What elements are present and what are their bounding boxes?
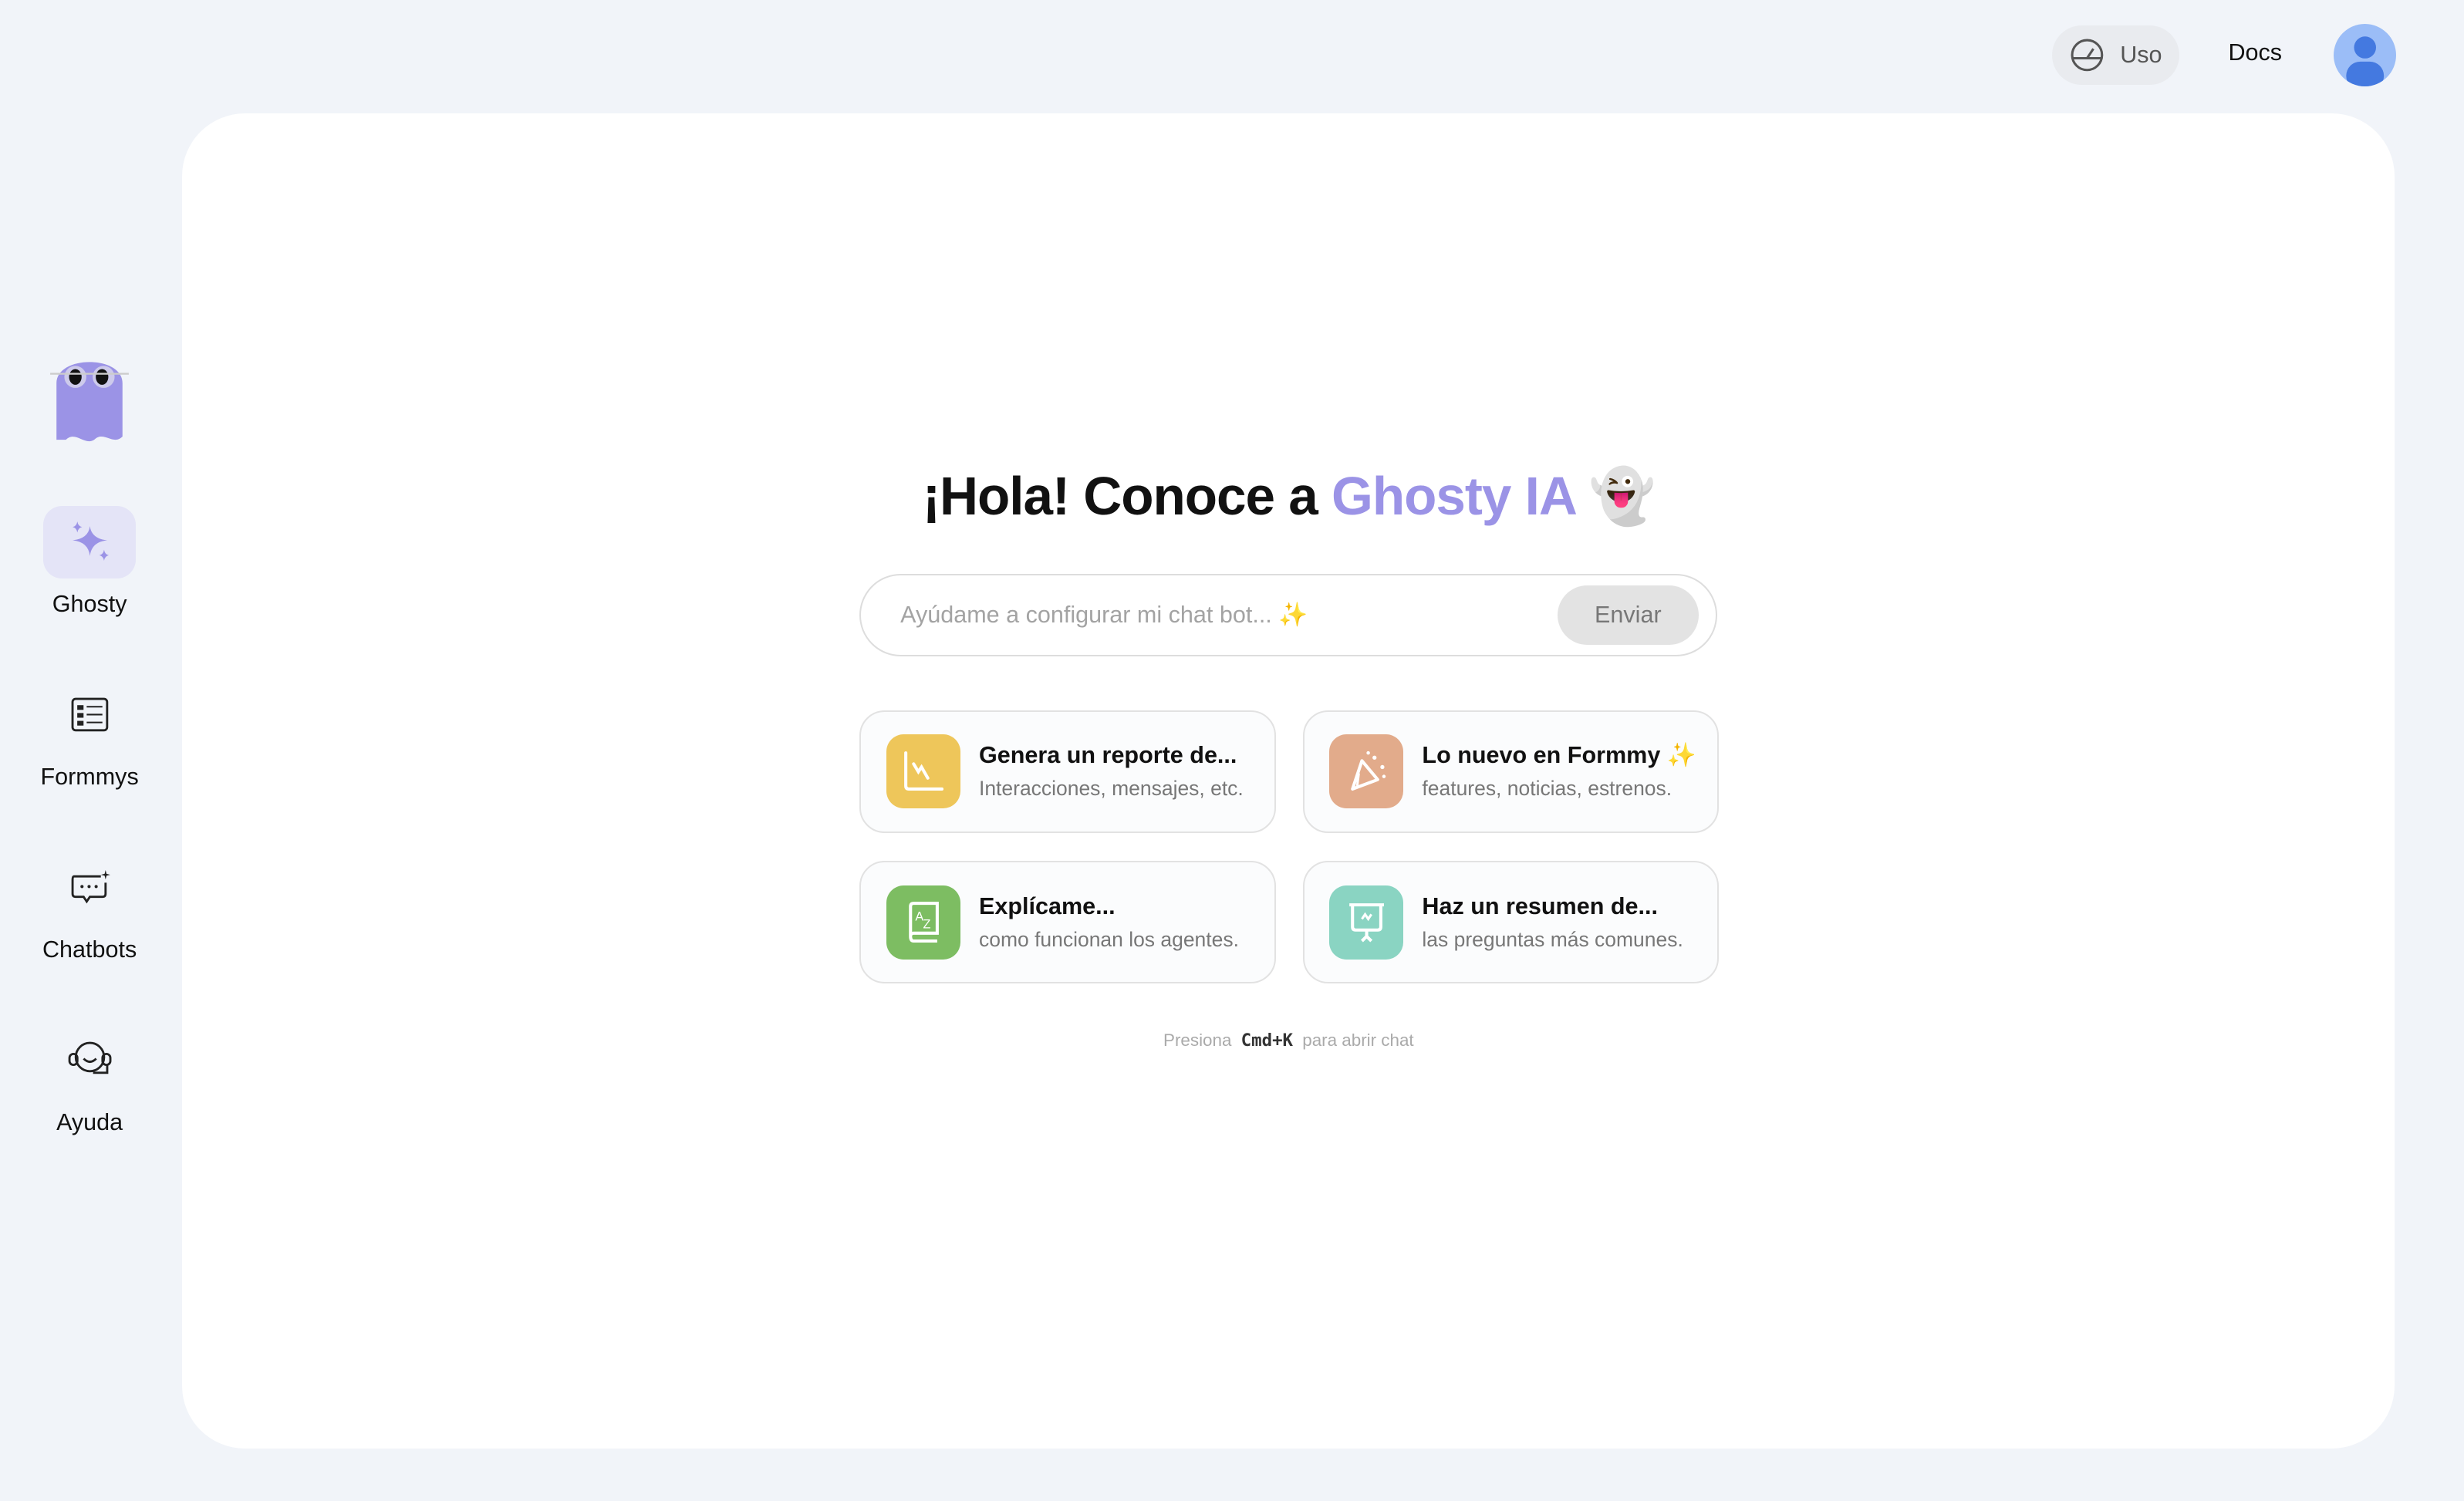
chart-icon xyxy=(886,734,960,809)
user-avatar[interactable] xyxy=(2333,23,2397,87)
suggestion-subtitle: features, noticias, estrenos. xyxy=(1422,777,1672,801)
party-icon xyxy=(1329,734,1403,809)
sidebar-label: Chatbots xyxy=(42,936,137,963)
sidebar-item-chatbots[interactable]: Chatbots xyxy=(0,852,179,963)
suggestion-subtitle: las preguntas más comunes. xyxy=(1422,927,1683,951)
suggestion-card-explain[interactable]: AZ Explícame... como funcionan los agente… xyxy=(859,861,1277,984)
ghosty-logo xyxy=(47,349,132,452)
suggestion-card-news[interactable]: Lo nuevo en Formmy ✨ features, noticias, … xyxy=(1302,710,1720,833)
suggestion-title: Lo nuevo en Formmy ✨ xyxy=(1422,742,1696,769)
shortcut-hint: Presiona Cmd+K para abrir chat xyxy=(1163,1030,1414,1051)
sidebar-item-formmys[interactable]: Formmys xyxy=(0,679,179,791)
list-icon xyxy=(71,698,108,732)
sparkles-icon xyxy=(72,521,109,562)
suggestion-card-summary[interactable]: Haz un resumen de... las preguntas más co… xyxy=(1302,861,1720,984)
usage-label: Uso xyxy=(2120,41,2162,68)
chat-input[interactable] xyxy=(897,599,1558,630)
suggestion-card-report[interactable]: Genera un reporte de... Interacciones, me… xyxy=(859,710,1277,833)
send-button[interactable]: Enviar xyxy=(1557,585,1699,646)
gauge-icon xyxy=(2071,39,2104,72)
dictionary-icon: AZ xyxy=(886,885,960,960)
svg-text:Z: Z xyxy=(923,918,931,932)
sidebar-label: Ayuda xyxy=(56,1109,123,1136)
presentation-icon xyxy=(1329,885,1403,960)
headset-icon xyxy=(68,1042,112,1074)
chat-input-bar: Enviar xyxy=(859,573,1718,657)
main-panel xyxy=(182,113,2395,1449)
usage-button[interactable]: Uso xyxy=(2052,25,2180,85)
sidebar-item-ghosty[interactable]: Ghosty xyxy=(0,505,179,618)
chat-icon xyxy=(71,870,110,904)
docs-link[interactable]: Docs xyxy=(2228,39,2282,66)
sidebar-label: Ghosty xyxy=(52,590,127,617)
sidebar-label: Formmys xyxy=(40,763,139,790)
page-title: ¡Hola! Conoce a Ghosty IA 👻 xyxy=(922,465,1656,526)
suggestion-subtitle: como funcionan los agentes. xyxy=(978,927,1239,951)
sidebar-item-ayuda[interactable]: Ayuda xyxy=(0,1024,179,1136)
shortcut-key: Cmd+K xyxy=(1240,1030,1294,1051)
suggestion-title: Explícame... xyxy=(978,892,1116,919)
ghost-emoji-icon: 👻 xyxy=(1588,465,1656,526)
suggestion-title: Haz un resumen de... xyxy=(1422,892,1658,919)
suggestion-title: Genera un reporte de... xyxy=(978,742,1237,769)
suggestion-subtitle: Interacciones, mensajes, etc. xyxy=(978,777,1244,801)
brand-name: Ghosty IA xyxy=(1331,465,1575,526)
